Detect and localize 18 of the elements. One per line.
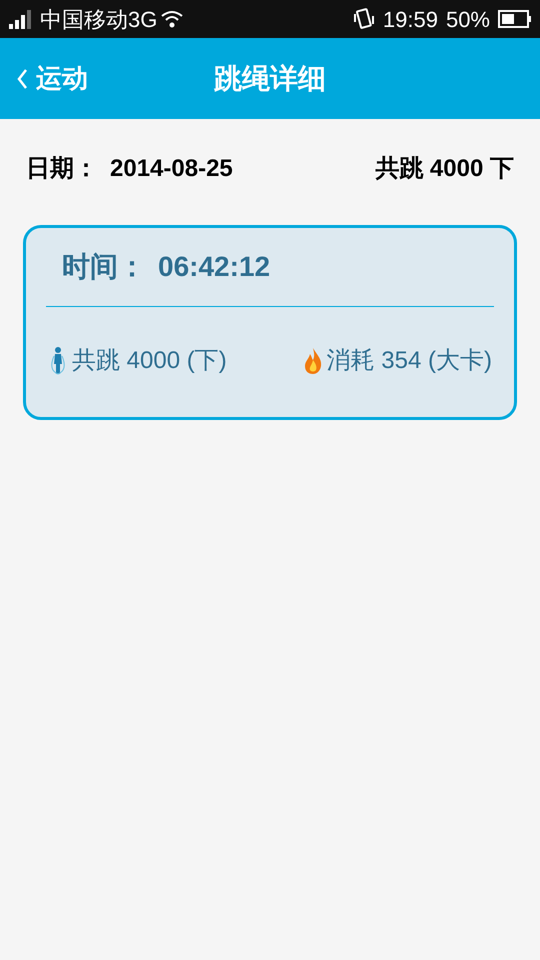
wifi-icon <box>161 10 184 28</box>
date-label: 日期： <box>26 154 98 184</box>
calories-burned: 消耗 354 (大卡) <box>326 346 492 376</box>
back-button[interactable]: 运动 <box>16 59 88 98</box>
flame-icon <box>302 347 323 375</box>
jump-count: 共跳 4000 (下) <box>72 346 227 376</box>
date-value: 2014-08-25 <box>110 154 233 184</box>
signal-icon <box>8 9 32 29</box>
vibrate-icon <box>352 8 375 30</box>
time-value: 06:42:12 <box>158 250 270 284</box>
total-jumps: 共跳 4000 下 <box>375 154 514 184</box>
battery-icon <box>498 10 532 28</box>
chevron-left-icon <box>16 68 28 90</box>
clock: 19:59 <box>382 6 438 34</box>
battery-percent: 50% <box>446 6 490 34</box>
time-label: 时间： <box>62 250 146 284</box>
carrier-name: 中国移动3G <box>40 6 158 34</box>
page-title: 跳绳详细 <box>214 62 326 96</box>
